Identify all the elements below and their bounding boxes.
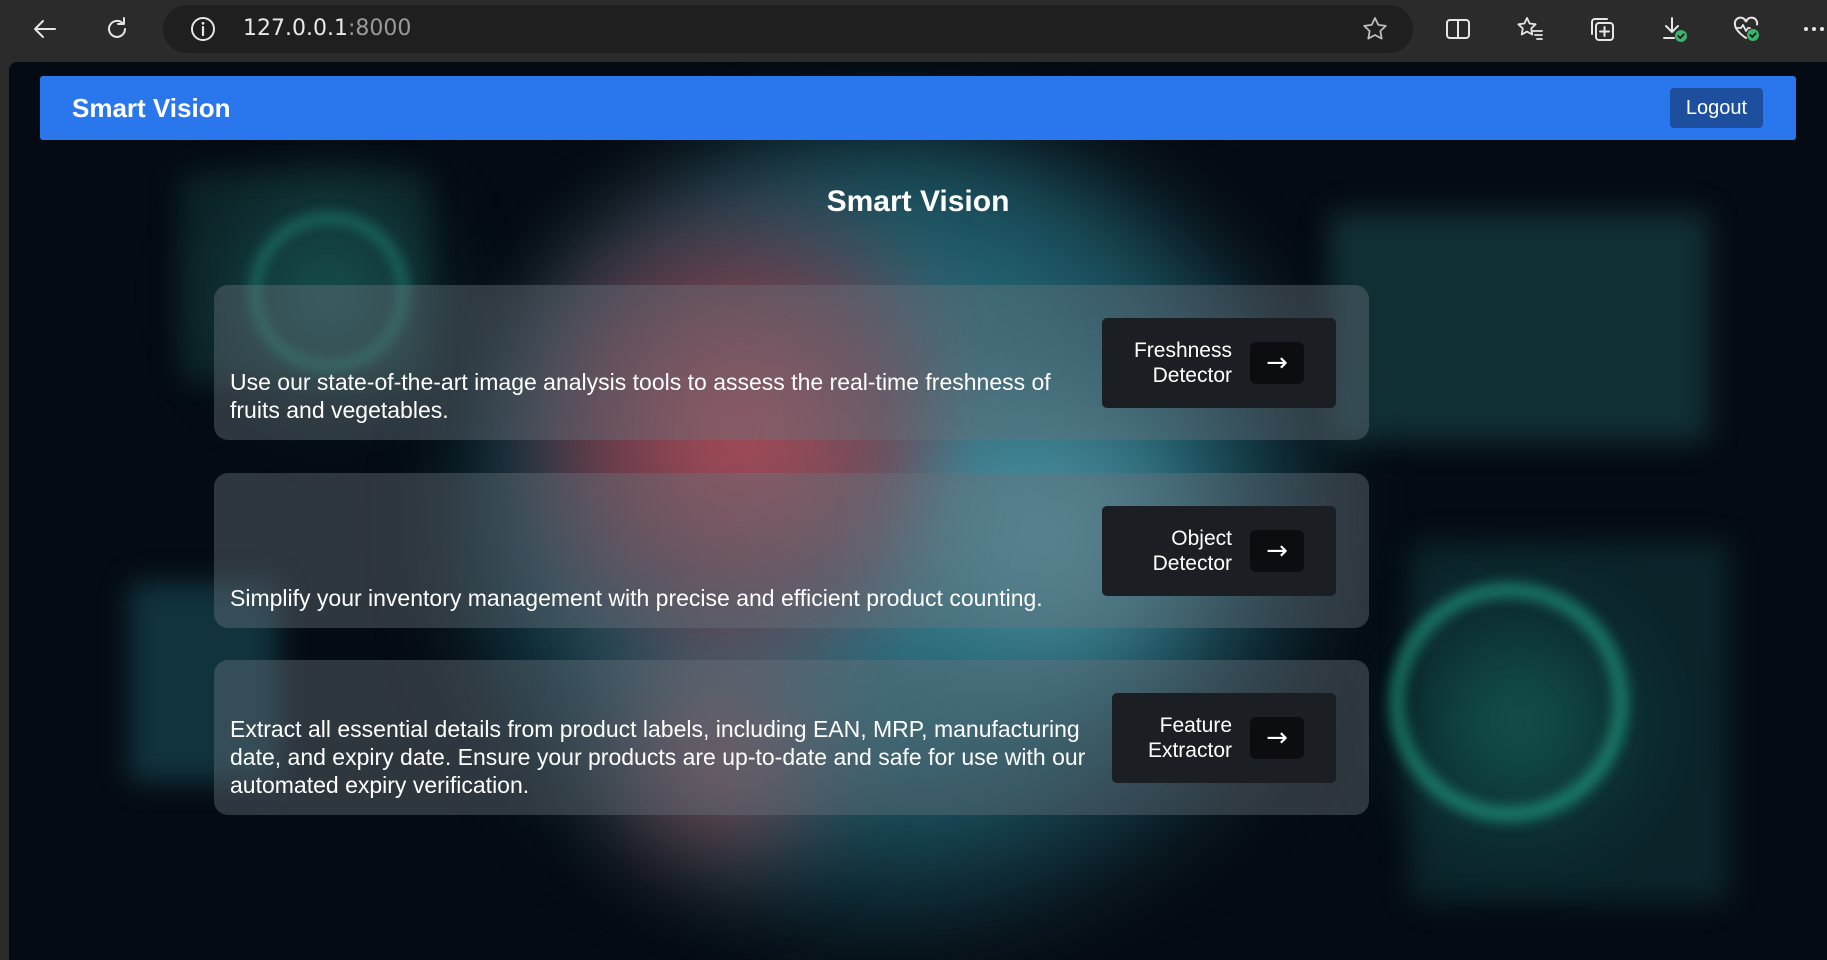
button-label: Feature Extractor — [1147, 714, 1232, 762]
page-viewport: Smart Vision Logout Smart Vision Use our… — [9, 62, 1827, 960]
arrow-right-icon: → — [1250, 530, 1304, 572]
button-label: Freshness Detector — [1133, 339, 1232, 387]
object-detector-button[interactable]: Object Detector → — [1102, 506, 1336, 596]
feature-card-extractor: Extract all essential details from produ… — [214, 660, 1369, 815]
card-description: Simplify your inventory management with … — [230, 585, 1043, 611]
brand-logo-text[interactable]: Smart Vision — [72, 76, 230, 140]
card-description: Use our state-of-the-art image analysis … — [230, 369, 1051, 423]
url-port: :8000 — [347, 16, 412, 41]
arrow-right-icon: → — [1250, 717, 1304, 759]
top-navbar: Smart Vision Logout — [40, 76, 1796, 140]
feature-extractor-button[interactable]: Feature Extractor → — [1112, 693, 1336, 783]
freshness-detector-button[interactable]: Freshness Detector → — [1102, 318, 1336, 408]
card-description: Extract all essential details from produ… — [230, 716, 1086, 798]
url-host: 127.0.0.1 — [243, 16, 348, 41]
favorite-star-icon[interactable] — [1361, 15, 1389, 43]
favorites-icon[interactable] — [1508, 7, 1552, 51]
page-title: Smart Vision — [826, 185, 1010, 218]
refresh-icon[interactable] — [95, 7, 139, 51]
button-label: Object Detector — [1152, 527, 1232, 575]
downloads-icon[interactable] — [1652, 7, 1696, 51]
url-text: 127.0.0.1:8000 — [243, 5, 411, 53]
more-icon[interactable] — [1796, 7, 1827, 51]
feature-card-freshness: Use our state-of-the-art image analysis … — [214, 285, 1369, 440]
arrow-right-icon: → — [1250, 342, 1304, 384]
browser-toolbar: 127.0.0.1:8000 — [0, 0, 1827, 62]
site-info-icon[interactable] — [189, 15, 217, 43]
split-screen-icon[interactable] — [1436, 7, 1480, 51]
collections-icon[interactable] — [1580, 7, 1624, 51]
browser-essentials-icon[interactable] — [1724, 7, 1768, 51]
logout-button[interactable]: Logout — [1669, 88, 1763, 128]
address-bar[interactable]: 127.0.0.1:8000 — [163, 5, 1413, 53]
back-icon[interactable] — [23, 7, 67, 51]
feature-card-object: Simplify your inventory management with … — [214, 473, 1369, 628]
